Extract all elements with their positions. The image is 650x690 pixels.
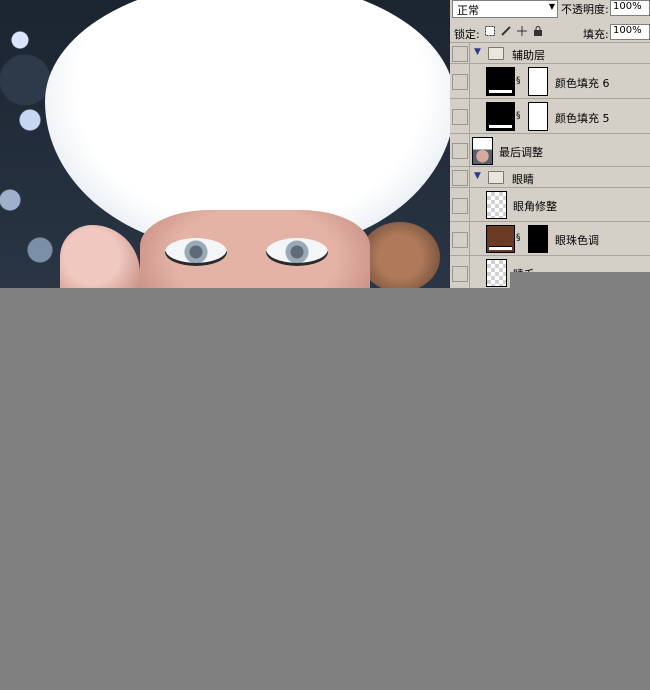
layer-row[interactable]: § 眼珠色调 — [450, 221, 650, 255]
layer-name: 眼珠色调 — [555, 234, 599, 247]
visibility-toggle[interactable] — [452, 266, 468, 282]
right-eye — [266, 238, 328, 266]
divider — [469, 188, 470, 221]
expand-triangle-icon[interactable]: ▼ — [474, 47, 481, 57]
folder-icon — [488, 171, 504, 184]
transparent-thumbnail — [486, 259, 507, 287]
transparent-thumbnail — [486, 191, 507, 219]
divider — [469, 64, 470, 98]
mask-thumbnail[interactable] — [528, 102, 548, 131]
layers-panel: 正常 ▼ 不透明度: 100% 锁定: 填充: 100% ▼ 辅助层 § 颜色填… — [450, 0, 650, 288]
gray-overlay — [510, 272, 650, 288]
layer-name: 颜色填充 5 — [555, 112, 610, 125]
expand-triangle-icon[interactable]: ▼ — [474, 171, 481, 181]
opacity-label: 不透明度: — [561, 3, 609, 16]
layer-name: 最后调整 — [499, 146, 543, 159]
layer-name: 颜色填充 6 — [555, 77, 610, 90]
divider — [469, 167, 470, 187]
fill-thumbnail — [486, 102, 515, 131]
blend-mode-select[interactable]: 正常 ▼ — [452, 0, 558, 18]
visibility-toggle[interactable] — [452, 198, 468, 214]
layer-group-row[interactable]: ▼ 辅助层 — [450, 42, 650, 63]
mask-thumbnail[interactable] — [528, 225, 548, 253]
lock-all-icon[interactable] — [532, 26, 544, 38]
layer-row[interactable]: § 颜色填充 5 — [450, 98, 650, 133]
divider — [469, 99, 470, 133]
visibility-toggle[interactable] — [452, 74, 468, 90]
chevron-down-icon: ▼ — [548, 2, 555, 11]
link-chain-icon[interactable]: § — [516, 233, 521, 243]
fill-thumbnail — [486, 225, 515, 253]
mask-thumbnail[interactable] — [528, 67, 548, 96]
link-chain-icon[interactable]: § — [516, 76, 521, 86]
blend-mode-value: 正常 — [457, 4, 479, 17]
lock-move-icon[interactable] — [516, 26, 528, 38]
visibility-toggle[interactable] — [452, 170, 468, 186]
link-chain-icon[interactable]: § — [516, 111, 521, 121]
visibility-toggle[interactable] — [452, 46, 468, 62]
opacity-input[interactable]: 100% — [610, 0, 650, 16]
lock-transparent-icon[interactable] — [484, 26, 496, 38]
fill-label: 填充: — [583, 28, 609, 41]
visibility-toggle[interactable] — [452, 232, 468, 248]
layer-name: 眼角修整 — [513, 200, 557, 213]
divider — [469, 256, 470, 288]
divider — [469, 222, 470, 255]
lock-brush-icon[interactable] — [500, 26, 512, 38]
layer-name: 眼睛 — [512, 173, 534, 186]
lock-label: 锁定: — [454, 28, 480, 41]
layer-name: 辅助层 — [512, 49, 545, 62]
hand — [60, 225, 140, 288]
layer-row[interactable]: 眼角修整 — [450, 187, 650, 221]
visibility-toggle[interactable] — [452, 109, 468, 125]
visibility-toggle[interactable] — [452, 143, 468, 159]
layer-group-row[interactable]: ▼ 眼睛 — [450, 166, 650, 187]
divider — [469, 43, 470, 63]
layer-row[interactable]: § 颜色填充 6 — [450, 63, 650, 98]
left-eye — [165, 238, 227, 266]
hair — [360, 222, 440, 288]
divider — [469, 134, 470, 166]
fill-thumbnail — [486, 67, 515, 96]
image-thumbnail — [472, 137, 493, 165]
folder-icon — [488, 47, 504, 60]
photo-canvas[interactable] — [0, 0, 450, 288]
fill-input[interactable]: 100% — [610, 24, 650, 40]
layer-row[interactable]: 最后调整 — [450, 133, 650, 166]
